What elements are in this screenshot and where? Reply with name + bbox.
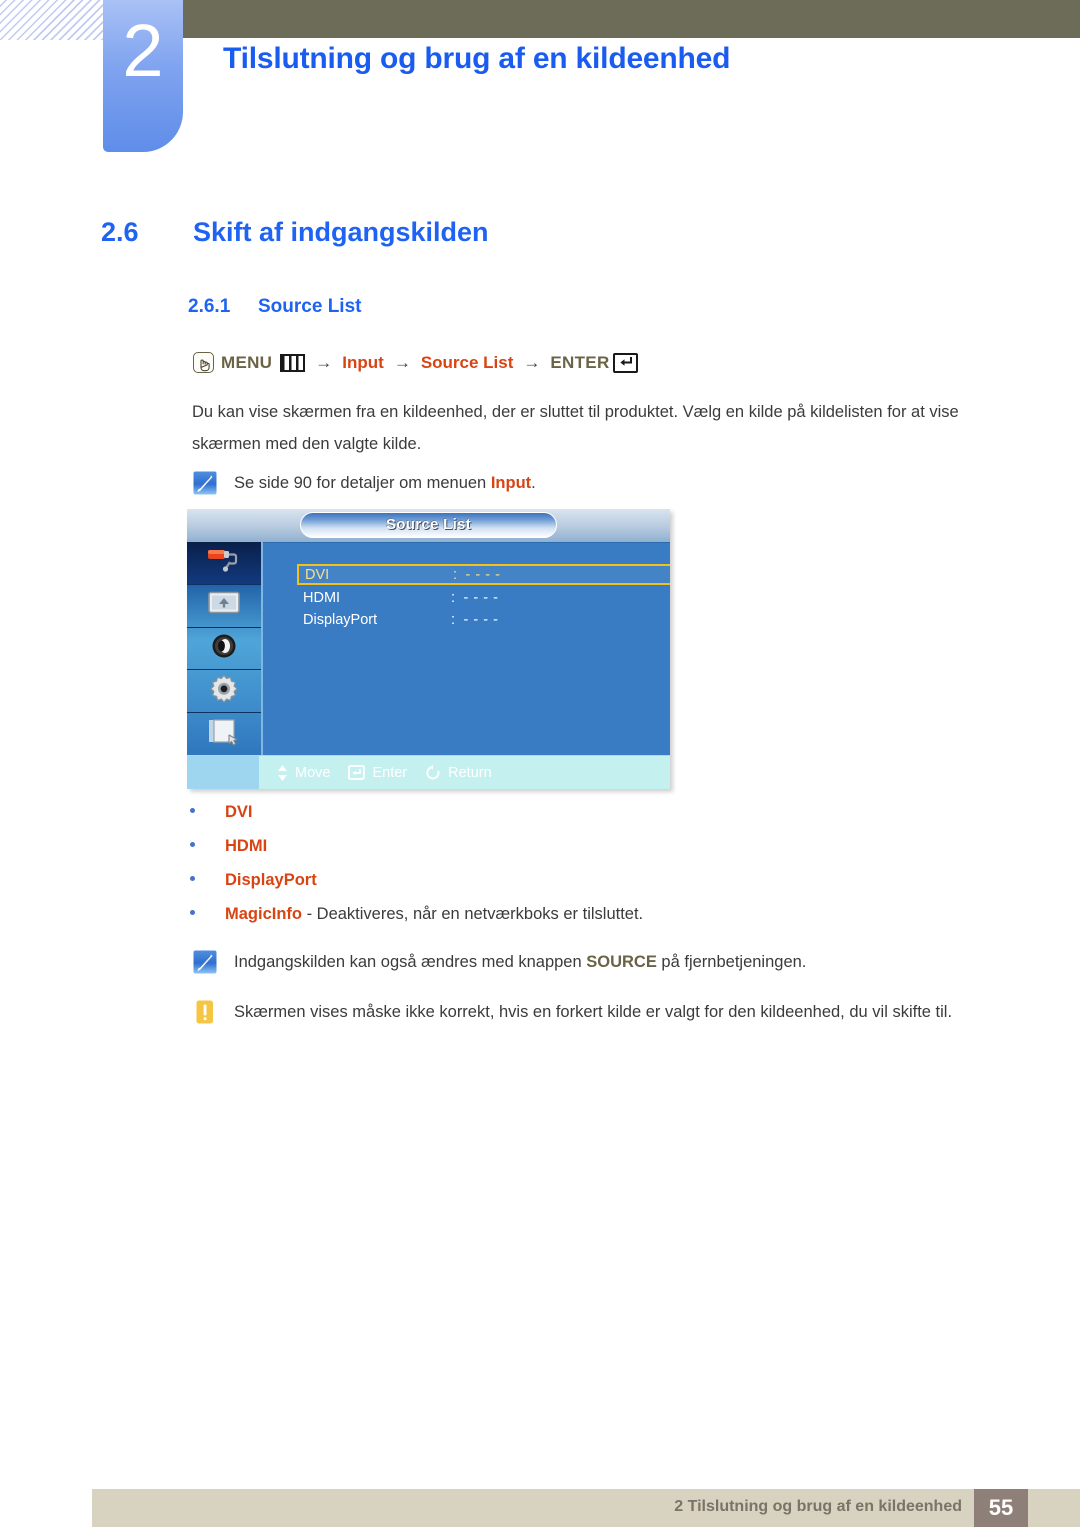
note2-prefix: Indgangskilden kan også ændres med knapp… <box>234 953 587 971</box>
section-heading-title: Skift af indgangskilden <box>193 217 489 247</box>
osd-sidebar-item-sound[interactable] <box>187 628 261 671</box>
osd-hint-enter: Enter <box>348 765 407 781</box>
note2-emphasis: SOURCE <box>586 953 657 971</box>
gear-setup-icon <box>208 674 240 709</box>
path-step-input: Input <box>342 352 384 372</box>
osd-content: DVI : - - - - HDMI : - - - - DisplayPort… <box>263 542 670 756</box>
chapter-title: Tilslutning og brug af en kildeenhed <box>223 42 731 75</box>
header-olive-bar <box>180 0 1080 38</box>
up-down-arrow-icon <box>277 764 288 781</box>
warning-block: Skærmen vises måske ikke korrekt, hvis e… <box>193 1000 952 1024</box>
osd-row-displayport[interactable]: DisplayPort : - - - - <box>297 609 670 630</box>
osd-row-separator: : <box>453 566 458 583</box>
osd-row-hdmi[interactable]: HDMI : - - - - <box>297 587 670 608</box>
osd-sidebar-item-screen[interactable] <box>187 585 261 628</box>
note2-suffix: på fjernbetjeningen. <box>656 953 807 971</box>
subsection-heading: 2.6.1 Source List <box>188 296 361 318</box>
multi-control-icon <box>207 718 241 751</box>
note1-prefix: Se side 90 for detaljer om menuen <box>234 474 491 492</box>
list-item-label: MagicInfo <box>225 905 302 923</box>
enter-key-icon <box>348 765 366 780</box>
osd-hint-move: Move <box>277 764 331 781</box>
bullet-dot-icon <box>190 910 195 915</box>
footer-chapter-label: 2 Tilslutning og brug af en kildeenhed <box>674 1498 962 1515</box>
osd-hint-bar: Move Enter Return <box>187 755 670 789</box>
note1-emphasis: Input <box>490 474 532 492</box>
osd-hint-label: Return <box>448 764 492 781</box>
osd-hint-return: Return <box>425 764 492 781</box>
note-source-button-text: Indgangskilden kan også ændres med knapp… <box>234 950 806 974</box>
three-bars-icon <box>280 353 306 372</box>
menu-path-breadcrumb: MENU → Input → Source List → ENTER <box>193 352 638 373</box>
note-see-page-90-text: Se side 90 for detaljer om menuen Input. <box>234 471 536 495</box>
osd-hint-bar-notch <box>187 756 259 789</box>
note-pencil-icon <box>193 950 217 974</box>
page-footer: 2 Tilslutning og brug af en kildeenhed 5… <box>92 1489 1080 1527</box>
screen-monitor-icon <box>207 590 241 621</box>
osd-title: Source List <box>386 516 471 533</box>
osd-title-pill: Source List <box>300 512 557 538</box>
list-item: DVI <box>190 803 1010 837</box>
path-arrow-1: → <box>315 352 333 372</box>
speaker-icon <box>209 632 239 665</box>
note1-suffix: . <box>531 474 536 492</box>
subsection-heading-number: 2.6.1 <box>188 296 231 317</box>
osd-row-label: DisplayPort <box>303 611 378 628</box>
section-heading: 2.6 Skift af indgangskilden <box>101 217 489 248</box>
enter-return-icon <box>612 352 638 373</box>
list-item-rest: - Deaktiveres, når en netværkboks er til… <box>302 905 644 923</box>
osd-row-separator: : <box>451 611 456 628</box>
list-item: DisplayPort <box>190 871 1010 905</box>
chapter-number-badge: 2 <box>103 0 183 152</box>
path-arrow-2: → <box>393 352 411 372</box>
osd-row-value: - - - - <box>463 589 499 606</box>
osd-sidebar-item-picture[interactable] <box>187 542 261 585</box>
decorative-hatch-pattern <box>0 0 103 40</box>
osd-hint-label: Move <box>295 764 331 781</box>
warning-exclamation-icon <box>193 1000 217 1024</box>
osd-row-separator: : <box>451 589 456 606</box>
note-see-page-90: Se side 90 for detaljer om menuen Input. <box>193 471 536 495</box>
list-item-label: DisplayPort <box>225 871 317 889</box>
osd-hint-label: Enter <box>372 764 408 781</box>
source-options-list: DVI HDMI DisplayPort MagicInfo - Deaktiv… <box>190 803 1010 939</box>
list-item: HDMI <box>190 837 1010 871</box>
enter-label: ENTER <box>550 352 610 372</box>
list-item-label: HDMI <box>225 837 268 855</box>
menu-label: MENU <box>221 352 273 372</box>
warning-text: Skærmen vises måske ikke korrekt, hvis e… <box>234 1003 953 1021</box>
section-heading-number: 2.6 <box>101 217 139 247</box>
osd-row-value: - - - - <box>465 566 501 583</box>
body-paragraph: Du kan vise skærmen fra en kildeenhed, d… <box>192 403 959 453</box>
paint-roller-icon <box>206 547 242 578</box>
bullet-dot-icon <box>190 876 195 881</box>
path-arrow-3: → <box>523 352 541 372</box>
osd-sidebar <box>187 542 263 756</box>
osd-screenshot: Source List DVI: - - - - HDMI: - - - -… <box>187 509 670 789</box>
subsection-heading-title: Source List <box>258 296 362 317</box>
osd-row-value: - - - - <box>463 611 499 628</box>
bullet-dot-icon <box>190 842 195 847</box>
osd-row-label: DVI <box>305 566 330 583</box>
bullet-dot-icon <box>190 808 195 813</box>
osd-sidebar-item-setup[interactable] <box>187 670 261 714</box>
list-item-label: DVI <box>225 803 253 821</box>
chapter-number: 2 <box>122 9 164 92</box>
osd-sidebar-item-multi-control[interactable] <box>187 713 261 756</box>
return-circle-icon <box>425 764 441 781</box>
page-number: 55 <box>974 1489 1028 1527</box>
osd-row-dvi[interactable]: DVI : - - - - <box>297 564 670 585</box>
note-source-button: Indgangskilden kan også ændres med knapp… <box>193 950 806 974</box>
osd-row-label: HDMI <box>303 589 341 606</box>
path-step-source-list: Source List <box>420 352 514 372</box>
list-item: MagicInfo - Deaktiveres, når en netværkb… <box>190 905 1010 939</box>
hand-press-icon <box>193 352 214 373</box>
note-pencil-icon <box>193 471 217 495</box>
